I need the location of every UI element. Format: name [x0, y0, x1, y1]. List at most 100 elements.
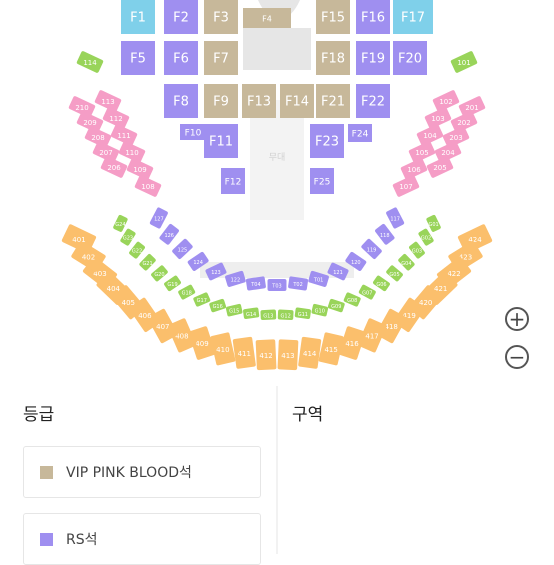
- grade-swatch: [40, 533, 53, 546]
- section-label: G22: [132, 249, 142, 255]
- section-label: 123: [211, 270, 221, 276]
- section-label: G17: [197, 298, 207, 304]
- section-label: 120: [351, 260, 361, 266]
- section-label: G12: [281, 313, 291, 319]
- zone-panel-title: 구역: [292, 405, 324, 425]
- minus-icon: −: [508, 345, 526, 369]
- floor-section-label: F13: [247, 95, 271, 110]
- section-label: 114: [83, 59, 97, 67]
- section-label: 124: [193, 260, 203, 266]
- floor-section-label: F20: [398, 52, 422, 67]
- section-label: G18: [182, 291, 192, 297]
- section-label: G21: [142, 261, 152, 267]
- section-label: 126: [164, 233, 174, 239]
- grade-item-rs[interactable]: RS석: [23, 513, 261, 565]
- section-label: 404: [107, 285, 121, 293]
- section-label: 413: [281, 352, 294, 360]
- section-label: G04: [401, 261, 411, 267]
- floor-section-label: F10: [185, 129, 202, 139]
- grade-panel-title: 등급: [23, 405, 55, 425]
- plus-icon: +: [508, 307, 526, 331]
- section-label: 112: [109, 115, 122, 123]
- section-label: 209: [83, 119, 96, 127]
- section-label: 414: [303, 350, 317, 358]
- section-label: 402: [82, 253, 95, 261]
- section-label: 107: [399, 183, 412, 191]
- section-label: G20: [154, 272, 164, 278]
- grade-item-vip[interactable]: VIP PINK BLOOD석: [23, 446, 261, 498]
- section-label: 101: [457, 59, 470, 67]
- floor-section-label: F14: [285, 95, 309, 110]
- floor-section-label: F11: [209, 135, 233, 150]
- section-label: 108: [141, 183, 154, 191]
- floor-section-label: F9: [213, 95, 229, 110]
- seat-map-canvas: 무대 F1 F2 F3 F4 F15 F16 F17 F5 F6 F7 F18 F19 F20 F8 F9 F1…: [61, 0, 493, 371]
- section-label: 111: [117, 132, 130, 140]
- floor-section-label: F25: [314, 178, 331, 188]
- section-label: 119: [367, 247, 377, 253]
- zoom-in-button[interactable]: +: [505, 307, 529, 331]
- section-label: G08: [347, 298, 357, 304]
- grade-label: VIP PINK BLOOD석: [66, 465, 192, 481]
- section-label: 117: [390, 216, 400, 222]
- floor-section-label: F2: [173, 11, 189, 26]
- section-label: 210: [75, 104, 88, 112]
- section-label: 207: [99, 149, 112, 157]
- section-label: G06: [376, 282, 386, 288]
- section-label: 411: [238, 350, 251, 358]
- floor-section-label: F15: [321, 11, 345, 26]
- section-label: 118: [380, 233, 390, 239]
- section-label: 410: [216, 346, 229, 354]
- section-label: G15: [229, 309, 239, 315]
- section-label: 122: [231, 277, 241, 283]
- section-label: T04: [250, 282, 260, 288]
- section-label: G07: [362, 291, 372, 297]
- section-label: G13: [263, 313, 273, 319]
- section-label: 203: [449, 134, 462, 142]
- runway-stage: [243, 28, 311, 70]
- section-label: 113: [101, 98, 114, 106]
- floor-section-label: F6: [173, 52, 189, 67]
- section-label: G24: [115, 222, 125, 228]
- section-label: 412: [259, 352, 272, 360]
- section-label: 103: [431, 115, 444, 123]
- section-label: 406: [138, 312, 152, 320]
- section-label: 208: [91, 134, 104, 142]
- floor-section-label: F23: [315, 135, 339, 150]
- section-label: G09: [331, 304, 341, 310]
- section-label: T01: [313, 277, 323, 283]
- section-label: 104: [423, 132, 437, 140]
- section-label: 109: [133, 166, 146, 174]
- section-label: 121: [333, 270, 343, 276]
- zoom-out-button[interactable]: −: [505, 345, 529, 369]
- grade-panel: 등급 VIP PINK BLOOD석 RS석: [0, 386, 276, 565]
- section-label: 127: [154, 216, 164, 222]
- floor-section-label: F7: [213, 52, 229, 67]
- section-label: 405: [122, 299, 135, 307]
- section-label: 416: [345, 340, 359, 348]
- section-label: G19: [167, 282, 177, 288]
- floor-section-label: F4: [262, 15, 272, 24]
- section-label: 401: [72, 236, 85, 244]
- section-label: 417: [365, 332, 378, 340]
- section-label: G01: [428, 222, 438, 228]
- center-floor-label: 무대: [269, 152, 286, 163]
- floor-section-label: F16: [361, 11, 385, 26]
- floor-section-label: F5: [130, 52, 146, 67]
- section-label: G14: [246, 312, 256, 318]
- section-label: G05: [389, 272, 399, 278]
- floor-section-label: F24: [352, 130, 369, 140]
- section-label: G11: [298, 312, 308, 318]
- floor-section-label: F17: [401, 11, 425, 26]
- section-label: G16: [213, 304, 223, 310]
- section-label: G02: [421, 236, 431, 242]
- floor-section-label: F8: [173, 95, 189, 110]
- section-label: T02: [292, 282, 302, 288]
- section-label: G23: [123, 236, 133, 242]
- section-label: 415: [324, 346, 337, 354]
- section-label: 418: [385, 323, 398, 331]
- section-label: 206: [107, 164, 121, 172]
- floor-section-label: F21: [321, 95, 345, 110]
- section-label: 125: [178, 247, 188, 253]
- section-label: 110: [125, 149, 138, 157]
